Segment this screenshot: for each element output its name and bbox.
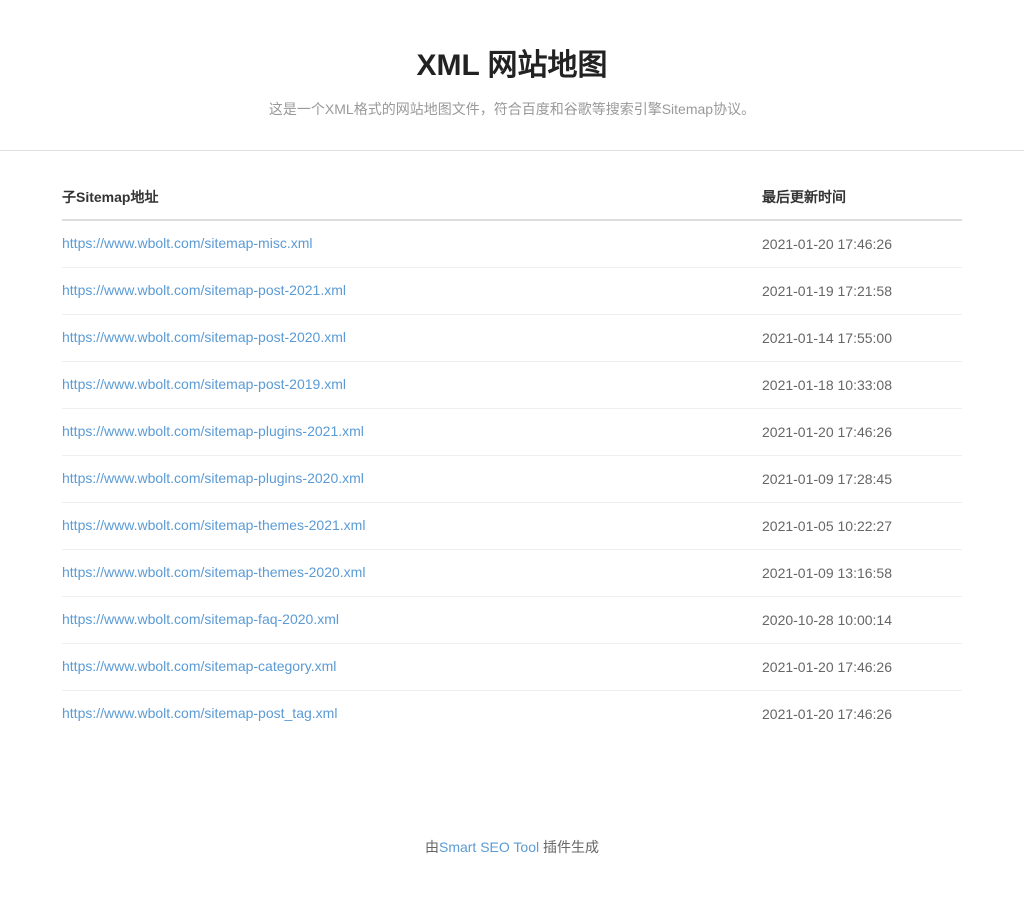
page-footer: 由Smart SEO Tool 插件生成: [0, 797, 1024, 897]
sitemap-link[interactable]: https://www.wbolt.com/sitemap-category.x…: [62, 658, 336, 674]
sitemap-link[interactable]: https://www.wbolt.com/sitemap-themes-202…: [62, 564, 365, 580]
col-url-label: 子Sitemap地址: [62, 187, 762, 207]
row-url-cell: https://www.wbolt.com/sitemap-faq-2020.x…: [62, 611, 762, 629]
row-url-cell: https://www.wbolt.com/sitemap-plugins-20…: [62, 423, 762, 441]
row-url-cell: https://www.wbolt.com/sitemap-post_tag.x…: [62, 705, 762, 723]
sitemap-table: 子Sitemap地址 最后更新时间 https://www.wbolt.com/…: [62, 171, 962, 737]
sitemap-link[interactable]: https://www.wbolt.com/sitemap-post-2021.…: [62, 282, 346, 298]
sitemap-link[interactable]: https://www.wbolt.com/sitemap-post-2019.…: [62, 376, 346, 392]
table-body: https://www.wbolt.com/sitemap-misc.xml 20…: [62, 221, 962, 737]
main-content: 子Sitemap地址 最后更新时间 https://www.wbolt.com/…: [22, 171, 1002, 777]
footer-suffix: 插件生成: [539, 839, 599, 855]
table-row: https://www.wbolt.com/sitemap-faq-2020.x…: [62, 597, 962, 644]
page-header: XML 网站地图 这是一个XML格式的网站地图文件，符合百度和谷歌等搜索引擎Si…: [0, 0, 1024, 151]
table-row: https://www.wbolt.com/sitemap-themes-202…: [62, 550, 962, 597]
table-header: 子Sitemap地址 最后更新时间: [62, 171, 962, 221]
row-url-cell: https://www.wbolt.com/sitemap-themes-202…: [62, 564, 762, 582]
row-date-cell: 2021-01-20 17:46:26: [762, 706, 962, 722]
row-date-cell: 2021-01-14 17:55:00: [762, 330, 962, 346]
row-date-cell: 2021-01-20 17:46:26: [762, 424, 962, 440]
sitemap-link[interactable]: https://www.wbolt.com/sitemap-post_tag.x…: [62, 705, 337, 721]
row-date-cell: 2021-01-20 17:46:26: [762, 236, 962, 252]
page-subtitle: 这是一个XML格式的网站地图文件，符合百度和谷歌等搜索引擎Sitemap协议。: [20, 98, 1004, 120]
row-url-cell: https://www.wbolt.com/sitemap-category.x…: [62, 658, 762, 676]
inner-wrapper: XML 网站地图 这是一个XML格式的网站地图文件，符合百度和谷歌等搜索引擎Si…: [0, 0, 1024, 897]
sitemap-link[interactable]: https://www.wbolt.com/sitemap-plugins-20…: [62, 470, 364, 486]
table-row: https://www.wbolt.com/sitemap-post-2021.…: [62, 268, 962, 315]
table-row: https://www.wbolt.com/sitemap-category.x…: [62, 644, 962, 691]
row-date-cell: 2021-01-05 10:22:27: [762, 518, 962, 534]
sitemap-link[interactable]: https://www.wbolt.com/sitemap-themes-202…: [62, 517, 365, 533]
sitemap-link[interactable]: https://www.wbolt.com/sitemap-plugins-20…: [62, 423, 364, 439]
table-row: https://www.wbolt.com/sitemap-post_tag.x…: [62, 691, 962, 737]
page-title: XML 网站地图: [20, 40, 1004, 84]
table-row: https://www.wbolt.com/sitemap-themes-202…: [62, 503, 962, 550]
row-url-cell: https://www.wbolt.com/sitemap-misc.xml: [62, 235, 762, 253]
row-date-cell: 2021-01-09 17:28:45: [762, 471, 962, 487]
table-row: https://www.wbolt.com/sitemap-post-2019.…: [62, 362, 962, 409]
row-date-cell: 2021-01-09 13:16:58: [762, 565, 962, 581]
col-date-label: 最后更新时间: [762, 187, 962, 207]
footer-link[interactable]: Smart SEO Tool: [439, 839, 539, 855]
row-url-cell: https://www.wbolt.com/sitemap-post-2021.…: [62, 282, 762, 300]
sitemap-link[interactable]: https://www.wbolt.com/sitemap-post-2020.…: [62, 329, 346, 345]
row-date-cell: 2020-10-28 10:00:14: [762, 612, 962, 628]
sitemap-link[interactable]: https://www.wbolt.com/sitemap-faq-2020.x…: [62, 611, 339, 627]
row-date-cell: 2021-01-18 10:33:08: [762, 377, 962, 393]
row-url-cell: https://www.wbolt.com/sitemap-plugins-20…: [62, 470, 762, 488]
page-wrapper: XML 网站地图 这是一个XML格式的网站地图文件，符合百度和谷歌等搜索引擎Si…: [0, 0, 1024, 897]
table-row: https://www.wbolt.com/sitemap-misc.xml 20…: [62, 221, 962, 268]
row-url-cell: https://www.wbolt.com/sitemap-post-2019.…: [62, 376, 762, 394]
table-row: https://www.wbolt.com/sitemap-plugins-20…: [62, 409, 962, 456]
table-row: https://www.wbolt.com/sitemap-plugins-20…: [62, 456, 962, 503]
row-url-cell: https://www.wbolt.com/sitemap-themes-202…: [62, 517, 762, 535]
row-date-cell: 2021-01-20 17:46:26: [762, 659, 962, 675]
table-row: https://www.wbolt.com/sitemap-post-2020.…: [62, 315, 962, 362]
footer-prefix: 由: [425, 839, 439, 855]
row-date-cell: 2021-01-19 17:21:58: [762, 283, 962, 299]
sitemap-link[interactable]: https://www.wbolt.com/sitemap-misc.xml: [62, 235, 313, 251]
row-url-cell: https://www.wbolt.com/sitemap-post-2020.…: [62, 329, 762, 347]
